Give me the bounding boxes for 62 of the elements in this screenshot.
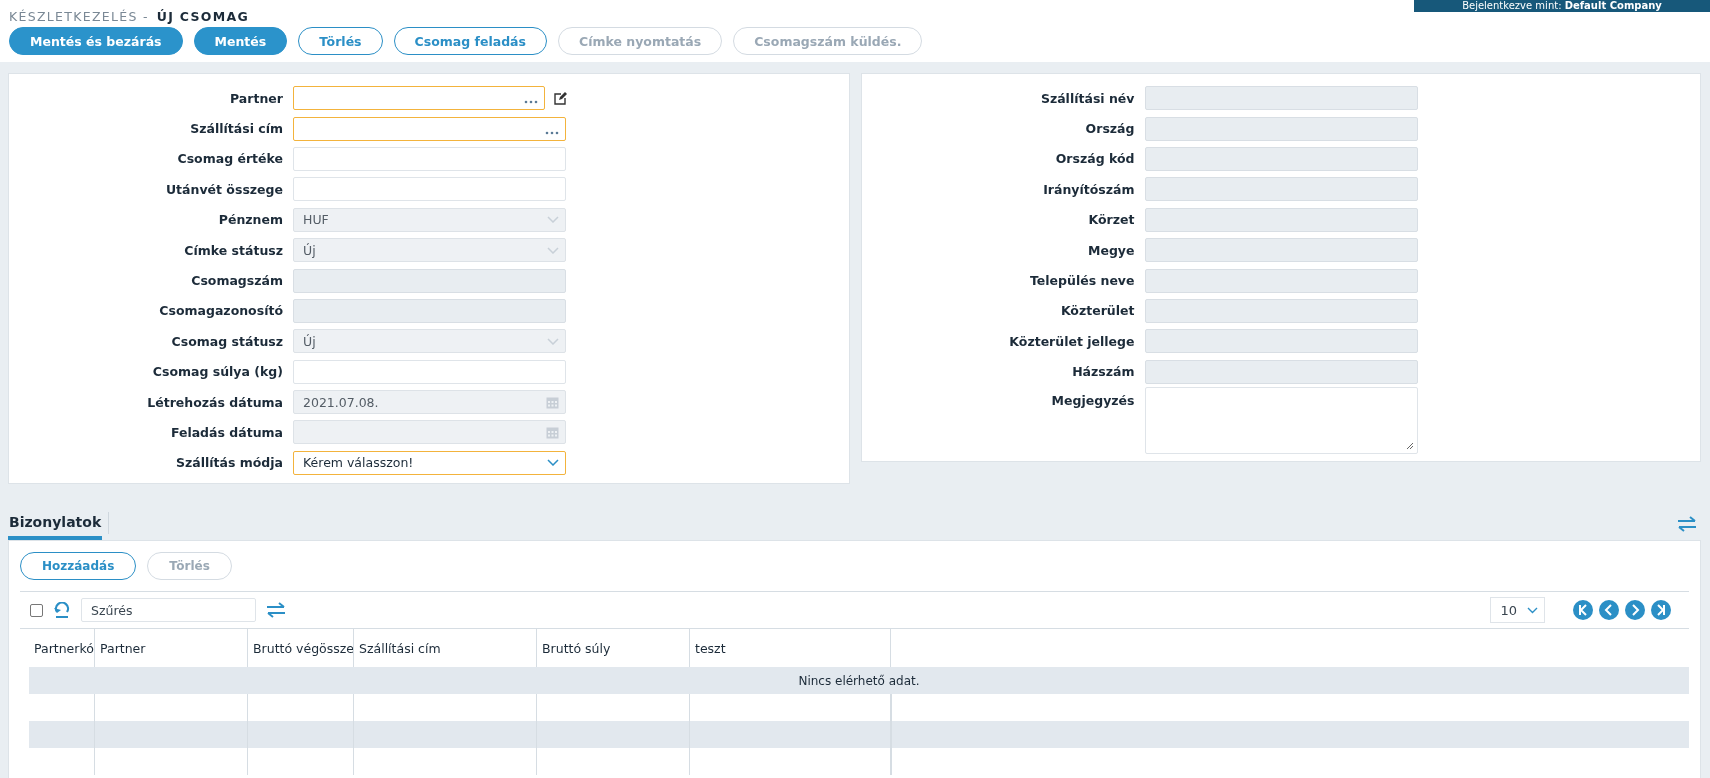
page-title: ÚJ CSOMAG — [156, 8, 249, 24]
field-label: Csomag súlya (kg) — [151, 364, 284, 380]
field-label: Házszám — [1071, 364, 1136, 380]
input-field[interactable] — [293, 177, 566, 202]
field-label: Címke státusz — [183, 242, 284, 258]
chevron-down-icon — [547, 459, 559, 467]
chevron-down-icon — [547, 216, 559, 224]
field-label: Ország — [1084, 121, 1136, 137]
swap-icon[interactable] — [1677, 516, 1697, 533]
lookup-field[interactable] — [293, 86, 545, 111]
field-label: Ország kód — [1054, 151, 1136, 167]
field-label: Csomag státusz — [170, 333, 284, 349]
first-page-icon[interactable] — [1573, 600, 1593, 621]
field-label: Csomagazonosító — [158, 303, 284, 319]
grid-button[interactable]: Hozzáadás — [20, 552, 137, 581]
field-label: Közterület — [1059, 303, 1136, 319]
field-label: Feladás dátuma — [169, 425, 284, 440]
field-label: Szállítás módja — [174, 455, 284, 471]
last-page-icon[interactable] — [1651, 600, 1671, 621]
filter-field[interactable]: Szűrés — [81, 598, 256, 623]
toolbar-button[interactable]: Csomag feladás — [393, 27, 547, 55]
date-field[interactable] — [293, 420, 566, 445]
resize-grip-icon — [1405, 441, 1414, 450]
calendar-icon — [546, 426, 559, 439]
chevron-down-icon — [547, 246, 559, 254]
field-label: Körzet — [1087, 212, 1136, 228]
field-label: Megjegyzés — [1050, 391, 1136, 408]
field-label: Csomagszám — [190, 273, 284, 289]
lookup-field[interactable] — [293, 116, 566, 141]
chevron-down-icon — [1527, 606, 1538, 614]
login-banner: Bejelentkezve mint: Default Company — [1414, 0, 1710, 12]
toolbar-button[interactable]: Mentés — [193, 27, 288, 55]
field-label: Közterület jellege — [1008, 333, 1136, 349]
input-field[interactable] — [293, 359, 566, 384]
input-field[interactable] — [293, 146, 566, 171]
swap-icon[interactable] — [266, 602, 286, 619]
calendar-icon — [546, 395, 559, 409]
undo-icon[interactable] — [53, 602, 71, 619]
field-label: Szállítási név — [1039, 90, 1136, 106]
field-label: Irányítószám — [1042, 181, 1136, 197]
field-label: Létrehozás dátuma — [146, 394, 284, 410]
date-field[interactable]: 2021.07.08. — [293, 390, 566, 415]
next-page-icon[interactable] — [1625, 600, 1645, 621]
select-all-checkbox[interactable] — [30, 603, 43, 617]
previous-page-icon[interactable] — [1599, 600, 1619, 621]
select-field[interactable]: Kérem válasszon! — [293, 450, 566, 475]
toolbar-button[interactable]: Törlés — [298, 27, 383, 55]
field-label: Csomag értéke — [176, 151, 284, 167]
field-label: Pénznem — [217, 212, 284, 228]
field-label: Szállítási cím — [189, 121, 284, 137]
chevron-down-icon — [547, 337, 559, 345]
more-icon — [545, 130, 559, 135]
field-label: Település neve — [1029, 273, 1136, 289]
empty-message: Nincs elérhető adat. — [798, 673, 920, 688]
toolbar-button[interactable]: Mentés és bezárás — [9, 27, 183, 55]
edit-icon[interactable] — [553, 91, 567, 105]
page-size-select[interactable]: 10 — [1490, 597, 1545, 624]
breadcrumb-parent[interactable]: KÉSZLETKEZELÉS - — [9, 8, 149, 24]
field-label: Megye — [1087, 242, 1136, 258]
more-icon — [524, 100, 538, 105]
field-label: Utánvét összege — [164, 181, 284, 197]
field-label: Partner — [229, 90, 284, 106]
